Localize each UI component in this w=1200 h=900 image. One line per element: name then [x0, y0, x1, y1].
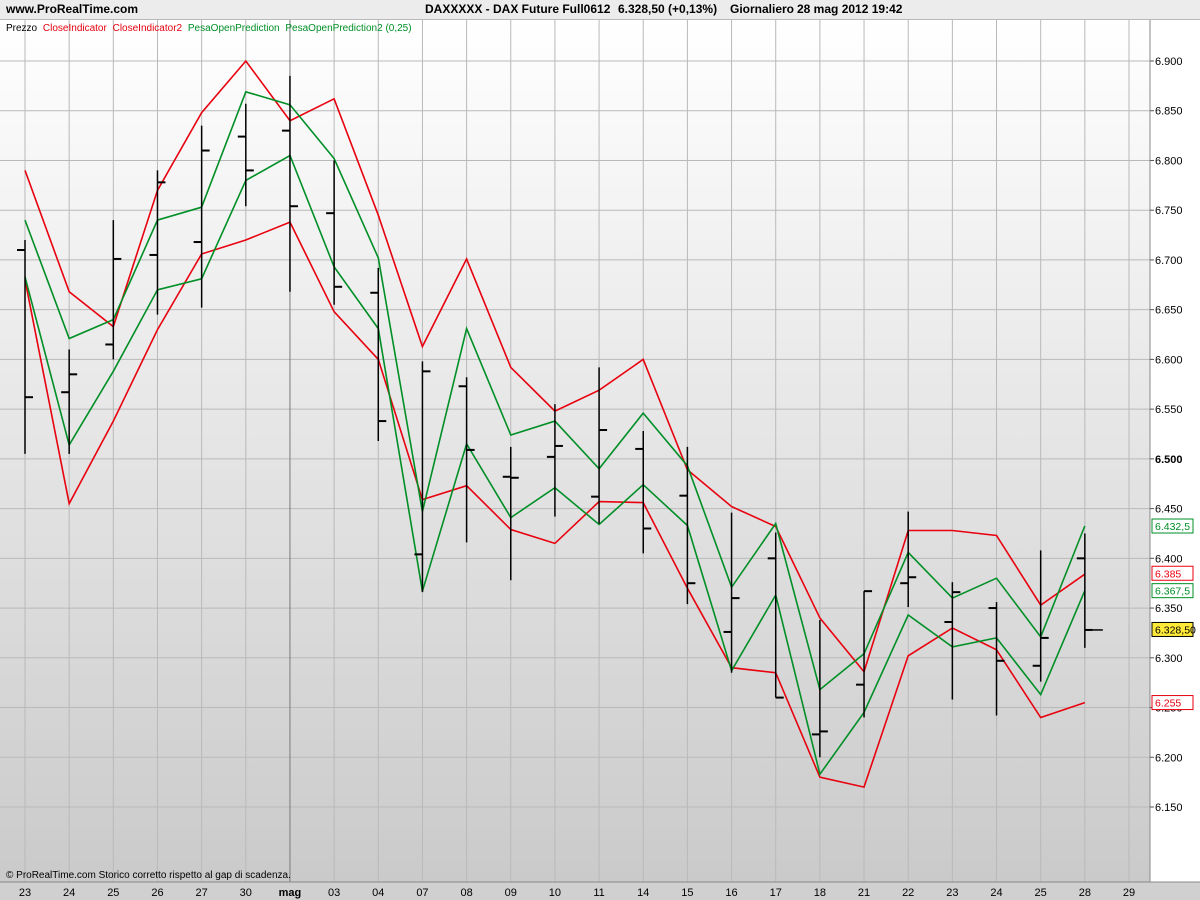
x-tick-label: 29: [1123, 887, 1135, 899]
plot-background: [0, 20, 1150, 882]
x-tick-label: 14: [637, 887, 649, 899]
x-tick-label: 11: [593, 887, 604, 899]
x-tick-label: 18: [814, 887, 826, 899]
x-tick-label: 22: [902, 887, 914, 899]
x-tick-label: 23: [19, 887, 31, 899]
y-tick-label: 6.450: [1155, 504, 1183, 516]
x-tick-label: 30: [240, 887, 252, 899]
y-tick-label: 6.600: [1155, 354, 1183, 366]
x-tick-label: 24: [63, 887, 75, 899]
y-tick-label: 6.400: [1155, 553, 1183, 565]
x-tick-label: 16: [725, 887, 737, 899]
x-tick-label: 24: [990, 887, 1002, 899]
y-tick-label: 6.150: [1155, 802, 1183, 814]
x-tick-label: 09: [505, 887, 517, 899]
x-tick-label: 21: [858, 887, 870, 899]
legend-closeindicator: CloseIndicator: [43, 23, 108, 34]
x-tick-label: 25: [1035, 887, 1047, 899]
x-tick-label: 25: [107, 887, 119, 899]
last-value-tag[interactable]: 6.385: [1151, 565, 1194, 581]
x-tick-label: 03: [328, 887, 340, 899]
x-tick-label: 08: [460, 887, 472, 899]
last-value-tag[interactable]: 6.432,5: [1151, 518, 1194, 534]
x-tick-label: 07: [416, 887, 428, 899]
x-tick-label: 15: [681, 887, 693, 899]
x-tick-label: 26: [151, 887, 163, 899]
last-value-tag-label: 6.432,5: [1155, 521, 1190, 533]
y-tick-label: 6.650: [1155, 305, 1183, 317]
x-tick-label: 10: [549, 887, 561, 899]
last-value-tag[interactable]: 6.255: [1151, 695, 1194, 711]
y-tick-label: 6.750: [1155, 205, 1183, 217]
x-tick-label: 04: [372, 887, 384, 899]
last-value-tag-label: 6.385: [1155, 568, 1181, 580]
y-tick-label: 6.700: [1155, 255, 1183, 267]
x-tick-label: 17: [770, 887, 782, 899]
footer-note: © ProRealTime.com Storico corretto rispe…: [6, 870, 291, 881]
legend-pesaopenprediction2: PesaOpenPrediction2 (0,25): [285, 23, 411, 34]
legend-price: Prezzo: [6, 23, 38, 34]
y-tick-label: 6.550: [1155, 404, 1183, 416]
last-value-tag-label: 6.328,50: [1155, 624, 1196, 636]
legend-pesaopenprediction: PesaOpenPrediction: [188, 23, 280, 34]
chart-window: www.ProRealTime.com DAXXXXX - DAX Future…: [0, 0, 1200, 900]
last-value-tag-label: 6.255: [1155, 698, 1181, 710]
y-tick-label: 6.200: [1155, 752, 1183, 764]
y-tick-label: 6.900: [1155, 56, 1183, 68]
y-tick-label: 6.350: [1155, 603, 1183, 615]
y-tick-label: 6.300: [1155, 653, 1183, 665]
x-tick-label: mag: [279, 887, 302, 899]
y-tick-label: 6.800: [1155, 155, 1183, 167]
x-tick-label: 27: [196, 887, 208, 899]
legend-closeindicator2: CloseIndicator2: [113, 23, 183, 34]
y-tick-label: 6.500: [1155, 454, 1183, 466]
y-tick-label: 6.850: [1155, 106, 1183, 118]
price-chart[interactable]: 6.1506.2006.2506.3006.3506.4006.4506.500…: [0, 0, 1200, 900]
last-value-tag[interactable]: 6.367,5: [1151, 583, 1194, 599]
x-tick-label: 28: [1079, 887, 1091, 899]
last-value-tag[interactable]: 6.328,50: [1151, 621, 1196, 637]
last-value-tag-label: 6.367,5: [1155, 586, 1190, 598]
x-tick-label: 23: [946, 887, 958, 899]
svg-text:Prezzo CloseIndicator: Prezzo CloseIndicator CloseIndicator2 Pe…: [6, 23, 412, 34]
